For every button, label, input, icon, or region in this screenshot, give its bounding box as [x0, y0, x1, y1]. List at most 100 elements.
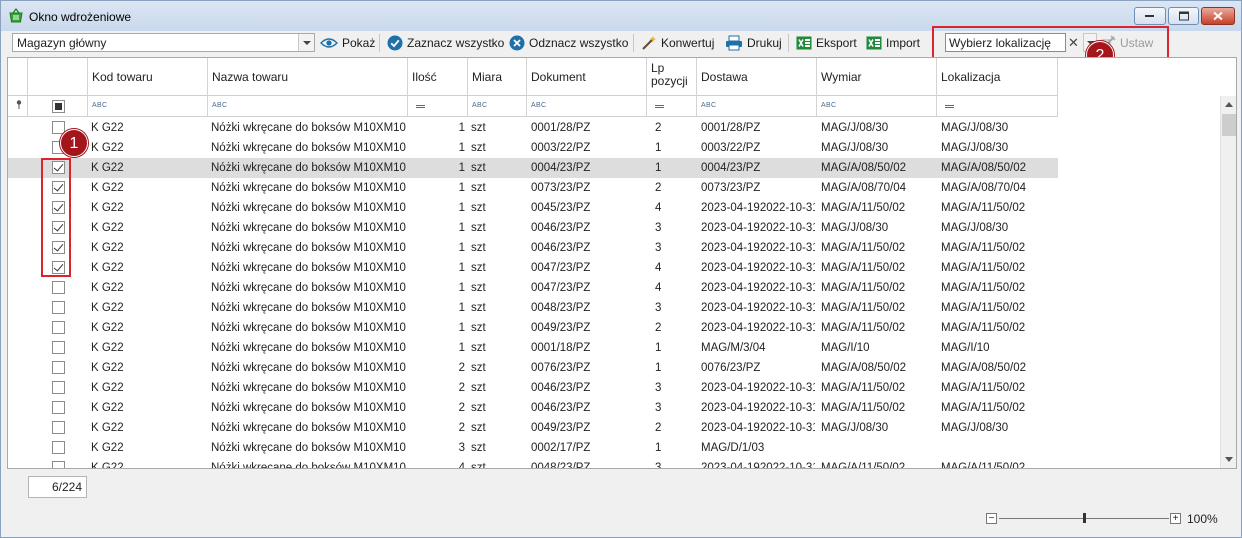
minimize-button[interactable] — [1134, 7, 1166, 25]
import-button[interactable]: Import — [866, 33, 920, 53]
row-checkbox[interactable] — [52, 381, 65, 394]
cell-kod: K G22 — [91, 302, 124, 314]
equals-filter-icon — [945, 105, 954, 108]
header-lokalizacja[interactable]: Lokalizacja — [937, 58, 1058, 96]
cell-miara: szt — [471, 282, 486, 294]
cell-miara: szt — [471, 362, 486, 374]
cell-ilosc: 3 — [458, 442, 465, 454]
filter-nazwa[interactable]: ABC — [208, 96, 408, 117]
cell-dostawa: 2023-04-192022-10-31 — [701, 262, 815, 274]
table-row[interactable]: K G22 Nóżki wkręcane do boksów M10XM10 1 sz… — [8, 138, 1058, 158]
zoom-in-button[interactable]: + — [1170, 513, 1181, 524]
cell-miara: szt — [471, 382, 486, 394]
annotation-marker-1: 1 — [60, 129, 88, 157]
row-checkbox[interactable] — [52, 121, 65, 134]
filter-dostawa[interactable]: ABC — [697, 96, 817, 117]
table-row[interactable]: K G22 Nóżki wkręcane do boksów M10XM10 1 sz… — [8, 318, 1058, 338]
select-all-checkbox[interactable] — [52, 100, 65, 113]
table-row[interactable]: K G22 Nóżki wkręcane do boksów M10XM10 1 sz… — [8, 278, 1058, 298]
header-kod-towaru[interactable]: Kod towaru — [88, 58, 208, 96]
filter-wymiar[interactable]: ABC — [817, 96, 937, 117]
cell-ilosc: 2 — [458, 362, 465, 374]
row-checkbox[interactable] — [52, 321, 65, 334]
export-button[interactable]: Eksport — [796, 33, 857, 53]
table-row[interactable]: K G22 Nóżki wkręcane do boksów M10XM10 1 sz… — [8, 298, 1058, 318]
row-checkbox[interactable] — [52, 461, 65, 468]
convert-button[interactable]: Konwertuj — [641, 33, 714, 53]
header-nazwa-towaru[interactable]: Nazwa towaru — [208, 58, 408, 96]
cell-lp: 3 — [655, 302, 662, 314]
table-row[interactable]: K G22 Nóżki wkręcane do boksów M10XM10 1 sz… — [8, 238, 1058, 258]
cell-kod: K G22 — [91, 222, 124, 234]
zoom-out-button[interactable]: − — [986, 513, 997, 524]
table-row[interactable]: K G22 Nóżki wkręcane do boksów M10XM10 1 sz… — [8, 218, 1058, 238]
select-all-button[interactable]: Zaznacz wszystko — [387, 33, 504, 53]
deselect-all-button[interactable]: Odznacz wszystko — [509, 33, 628, 53]
table-row[interactable]: K G22 Nóżki wkręcane do boksów M10XM10 3 sz… — [8, 438, 1058, 458]
vertical-scrollbar[interactable] — [1220, 96, 1236, 468]
row-checkbox[interactable] — [52, 441, 65, 454]
cell-kod: K G22 — [91, 242, 124, 254]
show-button[interactable]: Pokaż — [320, 33, 375, 53]
table-row[interactable]: K G22 Nóżki wkręcane do boksów M10XM10 1 sz… — [8, 258, 1058, 278]
equals-filter-icon — [655, 105, 664, 108]
zoom-slider-thumb[interactable] — [1083, 513, 1086, 523]
header-ilosc[interactable]: Ilość — [408, 58, 468, 96]
header-lp-pozycji[interactable]: Lp pozycji — [647, 58, 697, 96]
filter-lokalizacja[interactable] — [937, 96, 1058, 117]
table-row[interactable]: K G22 Nóżki wkręcane do boksów M10XM10 1 sz… — [8, 178, 1058, 198]
filter-dokument[interactable]: ABC — [527, 96, 647, 117]
cell-nazwa: Nóżki wkręcane do boksów M10XM10 — [211, 202, 406, 214]
cell-dokument: 0048/23/PZ — [531, 302, 591, 314]
row-checkbox[interactable] — [52, 421, 65, 434]
row-checkbox[interactable] — [52, 281, 65, 294]
warehouse-select[interactable]: Magazyn główny — [12, 33, 315, 52]
cell-miara: szt — [471, 122, 486, 134]
filter-ilosc[interactable] — [408, 96, 468, 117]
row-checkbox[interactable] — [52, 361, 65, 374]
excel-icon — [866, 36, 882, 50]
table-row[interactable]: K G22 Nóżki wkręcane do boksów M10XM10 1 sz… — [8, 118, 1058, 138]
cell-lp: 1 — [655, 342, 662, 354]
cell-dostawa: 0073/23/PZ — [701, 182, 761, 194]
cell-dokument: 0004/23/PZ — [531, 162, 591, 174]
row-checkbox[interactable] — [52, 341, 65, 354]
table-row[interactable]: K G22 Nóżki wkręcane do boksów M10XM10 2 sz… — [8, 358, 1058, 378]
header-miara[interactable]: Miara — [468, 58, 527, 96]
table-row[interactable]: K G22 Nóżki wkręcane do boksów M10XM10 1 sz… — [8, 338, 1058, 358]
cell-nazwa: Nóżki wkręcane do boksów M10XM10 — [211, 462, 406, 469]
table-row[interactable]: K G22 Nóżki wkręcane do boksów M10XM10 2 sz… — [8, 398, 1058, 418]
scrollbar-thumb[interactable] — [1222, 114, 1236, 136]
chevron-down-icon[interactable] — [298, 34, 314, 51]
cell-kod: K G22 — [91, 442, 124, 454]
header-dokument[interactable]: Dokument — [527, 58, 647, 96]
header-dostawa[interactable]: Dostawa — [697, 58, 817, 96]
table-row[interactable]: K G22 Nóżki wkręcane do boksów M10XM10 2 sz… — [8, 378, 1058, 398]
table-row[interactable]: K G22 Nóżki wkręcane do boksów M10XM10 4 sz… — [8, 458, 1058, 469]
cell-lokalizacja: MAG/A/11/50/02 — [941, 462, 1026, 469]
header-wymiar[interactable]: Wymiar — [817, 58, 937, 96]
header-checkbox-column[interactable] — [28, 58, 88, 96]
maximize-button[interactable] — [1168, 7, 1199, 25]
pin-icon[interactable] — [16, 100, 22, 109]
row-checkbox[interactable] — [52, 301, 65, 314]
cell-miara: szt — [471, 342, 486, 354]
cell-wymiar: MAG/I/10 — [821, 342, 870, 354]
table-row[interactable]: K G22 Nóżki wkręcane do boksów M10XM10 1 sz… — [8, 158, 1058, 178]
filter-miara[interactable]: ABC — [468, 96, 527, 117]
cell-dokument: 0049/23/PZ — [531, 422, 591, 434]
cell-wymiar: MAG/A/11/50/02 — [821, 282, 906, 294]
filter-kod[interactable]: ABC — [88, 96, 208, 117]
print-button[interactable]: Drukuj — [725, 33, 782, 53]
close-window-button[interactable] — [1201, 7, 1235, 25]
zoom-level: 100% — [1187, 512, 1218, 526]
cell-nazwa: Nóżki wkręcane do boksów M10XM10 — [211, 362, 406, 374]
table-row[interactable]: K G22 Nóżki wkręcane do boksów M10XM10 2 sz… — [8, 418, 1058, 438]
cell-kod: K G22 — [91, 402, 124, 414]
cell-lp: 1 — [655, 362, 662, 374]
table-row[interactable]: K G22 Nóżki wkręcane do boksów M10XM10 1 sz… — [8, 198, 1058, 218]
scroll-up-icon[interactable] — [1225, 102, 1233, 107]
row-checkbox[interactable] — [52, 401, 65, 414]
scroll-down-icon[interactable] — [1225, 457, 1233, 462]
filter-lp[interactable] — [647, 96, 697, 117]
